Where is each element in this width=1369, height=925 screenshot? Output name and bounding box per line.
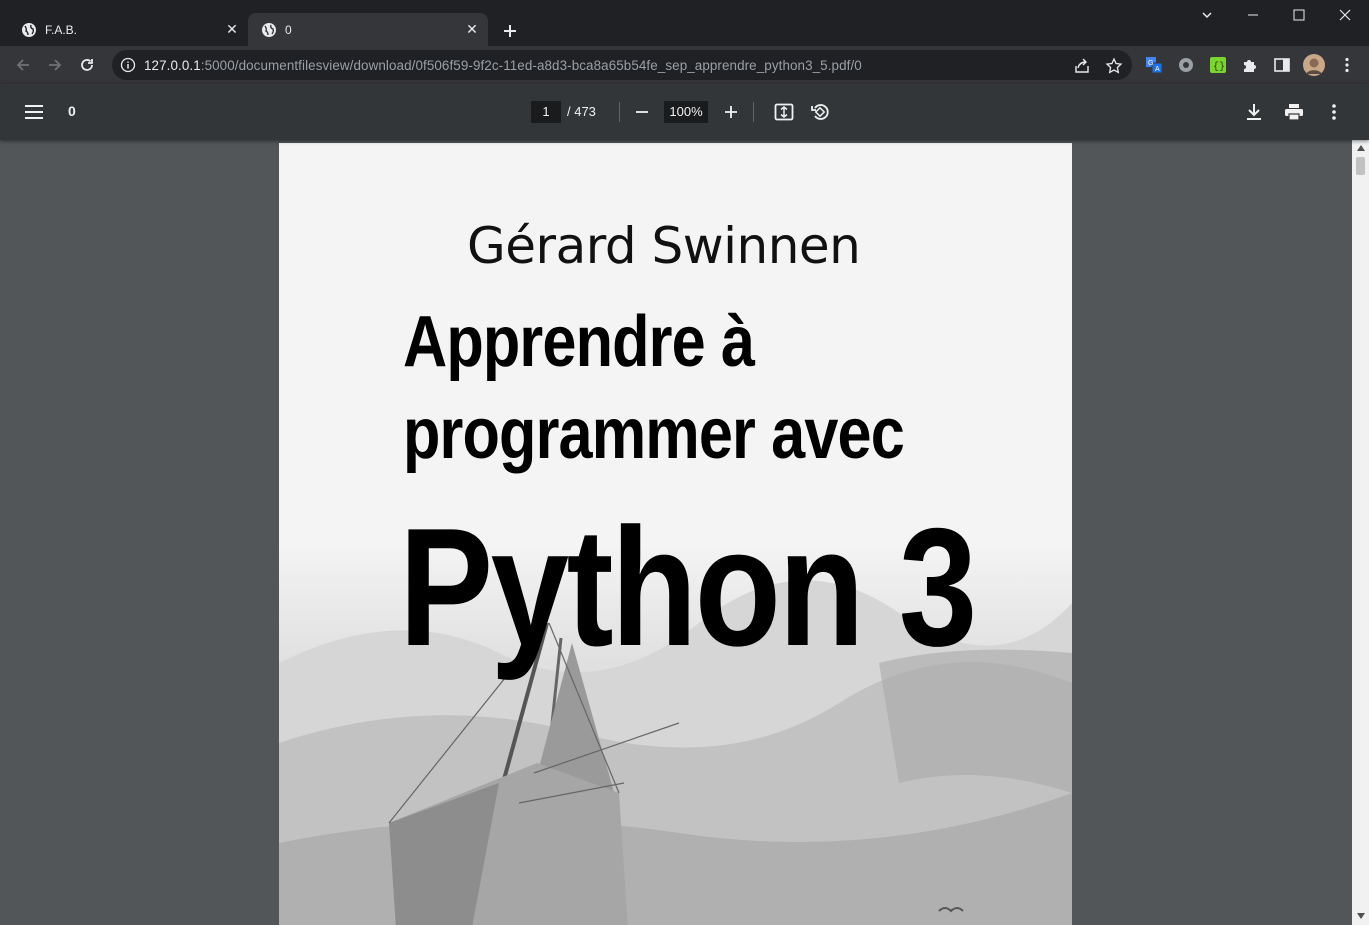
printer-icon <box>1285 104 1303 121</box>
page-total: / 473 <box>567 104 596 119</box>
translate-extension-icon[interactable]: GA <box>1144 55 1164 75</box>
pdf-page: Gérard Swinnen Apprendre à programmer av… <box>279 143 1072 925</box>
svg-text:A: A <box>1155 66 1160 73</box>
zoom-input[interactable]: 100% <box>664 101 708 123</box>
zoom-in-button[interactable] <box>719 100 743 124</box>
close-icon <box>1339 9 1351 21</box>
hamburger-menu-icon[interactable] <box>22 100 46 124</box>
scroll-down-icon[interactable] <box>1356 911 1365 920</box>
arrow-right-icon <box>49 59 62 71</box>
gear-extension-icon[interactable] <box>1176 55 1196 75</box>
maximize-icon <box>1293 9 1305 21</box>
json-extension-icon[interactable]: {} <box>1208 55 1228 75</box>
scrollbar-thumb[interactable] <box>1356 157 1365 175</box>
new-tab-button[interactable] <box>496 17 524 45</box>
maximize-button[interactable] <box>1276 0 1322 30</box>
scroll-up-icon[interactable] <box>1356 143 1365 152</box>
reload-button[interactable] <box>73 51 101 79</box>
download-button[interactable] <box>1242 100 1266 124</box>
fit-page-icon <box>774 103 794 121</box>
svg-text:G: G <box>1148 60 1153 67</box>
chevron-down-icon <box>1202 12 1212 19</box>
share-icon[interactable] <box>1071 55 1093 77</box>
plus-icon <box>725 106 737 118</box>
zoom-out-button[interactable] <box>630 100 654 124</box>
arrow-left-icon <box>16 59 29 71</box>
rotate-button[interactable] <box>808 100 832 124</box>
close-icon[interactable]: ✕ <box>462 20 482 40</box>
pdf-viewer[interactable]: Gérard Swinnen Apprendre à programmer av… <box>0 140 1369 925</box>
url-text[interactable]: 127.0.0.1:5000/documentfilesview/downloa… <box>144 58 862 73</box>
avatar[interactable] <box>1302 53 1326 77</box>
url-host: 127.0.0.1 <box>144 57 201 73</box>
tab-strip: F.A.B. ✕ 0 ✕ <box>0 0 1369 46</box>
tab-title: F.A.B. <box>45 22 78 37</box>
fit-page-button[interactable] <box>772 100 796 124</box>
url-path: :5000/documentfilesview/download/0f506f5… <box>200 57 862 73</box>
forward-button[interactable] <box>41 51 69 79</box>
vertical-scrollbar[interactable] <box>1352 140 1369 925</box>
globe-icon <box>21 22 37 38</box>
plus-icon <box>504 25 516 37</box>
back-button[interactable] <box>9 51 37 79</box>
tab-title: 0 <box>285 22 292 37</box>
page-number-input[interactable]: 1 <box>531 101 561 123</box>
reload-icon <box>81 59 93 71</box>
kebab-menu-icon[interactable] <box>1337 55 1357 75</box>
address-bar[interactable]: 127.0.0.1:5000/documentfilesview/downloa… <box>112 50 1132 80</box>
divider <box>619 102 620 122</box>
side-panel-icon[interactable] <box>1272 55 1292 75</box>
tab-fab[interactable]: F.A.B. ✕ <box>8 13 248 46</box>
globe-icon <box>261 22 277 38</box>
cover-author: Gérard Swinnen <box>467 217 861 275</box>
divider <box>753 102 754 122</box>
tab-search-button[interactable] <box>1184 0 1230 30</box>
document-title: 0 <box>68 103 76 119</box>
minus-icon <box>636 111 648 113</box>
bookmark-star-icon[interactable] <box>1103 55 1125 77</box>
minimize-icon <box>1248 14 1258 16</box>
info-icon[interactable] <box>120 57 136 73</box>
cover-title-line2: programmer avec <box>403 394 905 474</box>
svg-text:{}: {} <box>1213 61 1225 73</box>
cover-title-line1: Apprendre à <box>403 302 755 382</box>
print-button[interactable] <box>1282 100 1306 124</box>
close-window-button[interactable] <box>1322 0 1368 30</box>
minimize-button[interactable] <box>1230 0 1276 30</box>
download-icon <box>1247 104 1261 120</box>
cover-title-line3: Python 3 <box>399 493 977 681</box>
tab-pdf[interactable]: 0 ✕ <box>248 13 488 46</box>
pdf-toolbar: 0 1 / 473 100% <box>0 84 1369 140</box>
pdf-more-options-icon[interactable] <box>1322 100 1346 124</box>
close-icon[interactable]: ✕ <box>222 20 242 40</box>
rotate-icon <box>811 104 829 120</box>
browser-toolbar: 127.0.0.1:5000/documentfilesview/downloa… <box>0 46 1369 84</box>
extensions-puzzle-icon[interactable] <box>1240 55 1260 75</box>
